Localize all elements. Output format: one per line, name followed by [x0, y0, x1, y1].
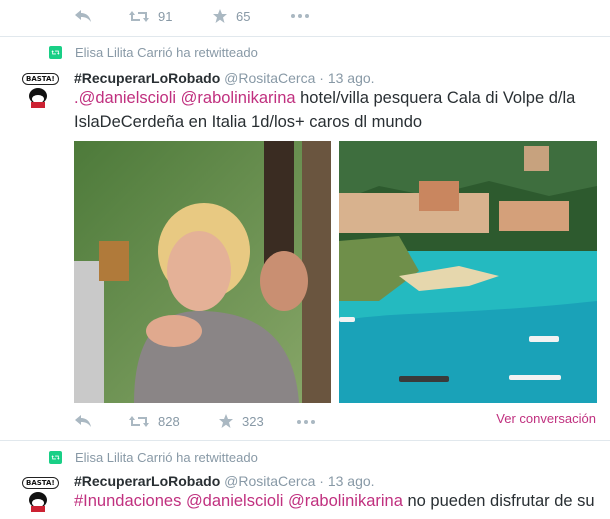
retweet-icon — [129, 416, 149, 427]
portrait-image — [74, 141, 331, 403]
retweet-icon — [129, 11, 149, 22]
more-icon — [291, 14, 309, 18]
retweet-badge-icon — [49, 46, 62, 59]
favorite-button[interactable]: 65 — [212, 8, 250, 24]
retweet-context: Elisa Lilita Carrió ha retwitteado — [49, 450, 258, 465]
avatar[interactable]: BASTA! — [22, 68, 59, 109]
retweet-button[interactable]: 828 — [128, 414, 180, 429]
tweet-date[interactable]: 13 ago. — [328, 70, 375, 86]
favorite-count: 323 — [242, 413, 264, 429]
mention-link[interactable]: @rabolinikarina — [181, 89, 296, 107]
text-rest: no pueden disfrutar de su — [402, 492, 595, 510]
tweet-text: .@danielscioli @rabolinikarina hotel/vil… — [74, 86, 575, 110]
star-icon — [213, 9, 227, 23]
tweet-photo[interactable] — [74, 141, 331, 403]
author-handle[interactable]: @RositaCerca — [224, 70, 315, 86]
more-button[interactable] — [290, 9, 310, 23]
more-icon — [297, 420, 315, 424]
retweet-count: 828 — [158, 414, 180, 429]
retweet-count: 91 — [158, 9, 173, 24]
favorite-count: 65 — [236, 8, 251, 24]
reply-button[interactable] — [74, 9, 92, 23]
retweet-context: Elisa Lilita Carrió ha retwitteado — [49, 45, 258, 60]
reply-icon — [75, 415, 91, 427]
view-conversation-link[interactable]: Ver conversación — [496, 411, 596, 426]
author-name[interactable]: #RecuperarLoRobado — [74, 70, 220, 86]
header-dot: · — [319, 473, 324, 489]
tweet-header: #RecuperarLoRobado @RositaCerca · 13 ago… — [74, 473, 375, 489]
more-button[interactable] — [296, 415, 316, 429]
avatar-text: BASTA! — [22, 73, 59, 85]
tweet-header: #RecuperarLoRobado @RositaCerca · 13 ago… — [74, 70, 375, 86]
landscape-image — [339, 141, 597, 403]
retweeter-label: Elisa Lilita Carrió ha retwitteado — [75, 450, 258, 465]
avatar-text: BASTA! — [22, 477, 59, 489]
reply-icon — [75, 10, 91, 22]
header-dot: · — [319, 70, 324, 86]
tweet-text: #Inundaciones @danielscioli @rabolinikar… — [74, 489, 595, 513]
divider — [0, 440, 610, 441]
reply-button[interactable] — [74, 414, 92, 428]
mention-link[interactable]: @danielscioli — [79, 89, 176, 107]
hashtag-link[interactable]: #Inundaciones — [74, 492, 181, 510]
divider — [0, 36, 610, 37]
text-line1: hotel/villa pesquera Cala di Volpe d/la — [295, 89, 576, 107]
avatar-figure-icon — [29, 88, 47, 108]
mention-link[interactable]: @danielscioli — [186, 492, 283, 510]
tweet-text-line2: IslaDeCerdeña en Italia 1d/los+ caros dl… — [74, 113, 423, 131]
retweeter-label: Elisa Lilita Carrió ha retwitteado — [75, 45, 258, 60]
author-name[interactable]: #RecuperarLoRobado — [74, 473, 220, 489]
avatar-figure-icon — [29, 492, 47, 512]
favorite-button[interactable]: 323 — [218, 413, 264, 429]
retweet-button[interactable]: 91 — [128, 9, 172, 24]
author-handle[interactable]: @RositaCerca — [224, 473, 315, 489]
tweet-date[interactable]: 13 ago. — [328, 473, 375, 489]
tweet-photo[interactable] — [339, 141, 597, 403]
star-icon — [219, 414, 233, 428]
retweet-badge-icon — [49, 451, 62, 464]
mention-link[interactable]: @rabolinikarina — [288, 492, 403, 510]
avatar[interactable]: BASTA! — [22, 472, 59, 513]
